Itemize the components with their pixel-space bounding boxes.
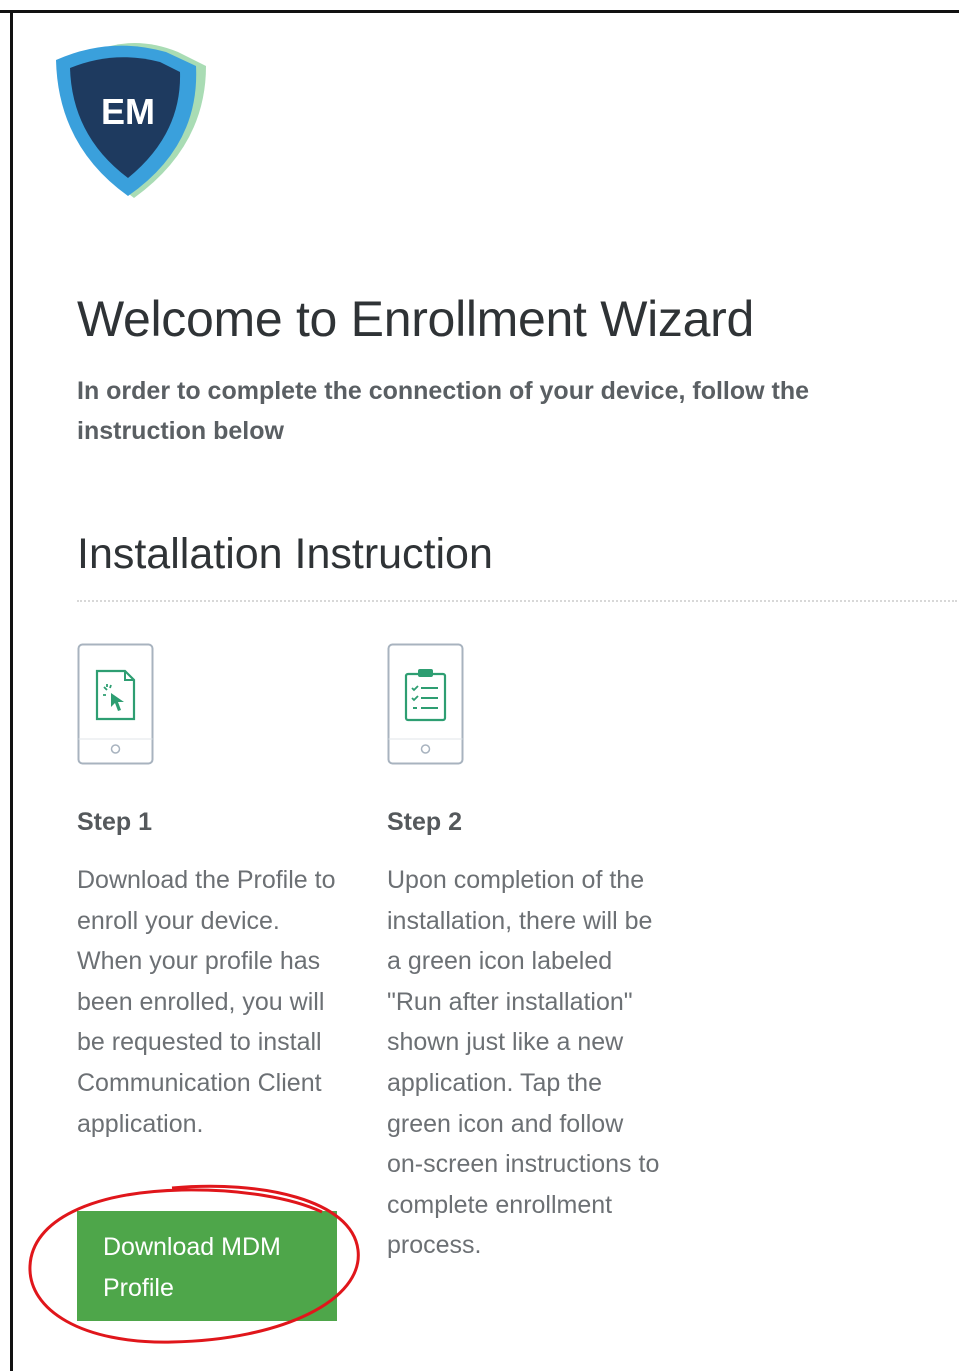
screenshot-frame-left <box>10 10 13 1371</box>
step-1-description: Download the Profile to enroll your devi… <box>77 866 336 1138</box>
step-2-title: Step 2 <box>387 808 463 836</box>
section-title: Installation Instruction <box>77 530 493 578</box>
page-subtitle: In order to complete the connection of y… <box>77 377 810 445</box>
step-1-title: Step 1 <box>77 808 153 836</box>
logo-text: EM <box>101 91 155 132</box>
section-divider <box>77 600 957 602</box>
screenshot-frame-top <box>0 10 959 13</box>
download-mdm-profile-button[interactable]: Download MDM Profile <box>77 1211 337 1321</box>
clipboard-checklist-phone-icon <box>387 643 464 765</box>
download-profile-phone-icon <box>77 643 154 765</box>
page-title: Welcome to Enrollment Wizard <box>77 291 755 347</box>
em-shield-logo-icon: EM <box>56 43 206 198</box>
step-2-description: Upon completion of the installation, the… <box>387 866 660 1260</box>
